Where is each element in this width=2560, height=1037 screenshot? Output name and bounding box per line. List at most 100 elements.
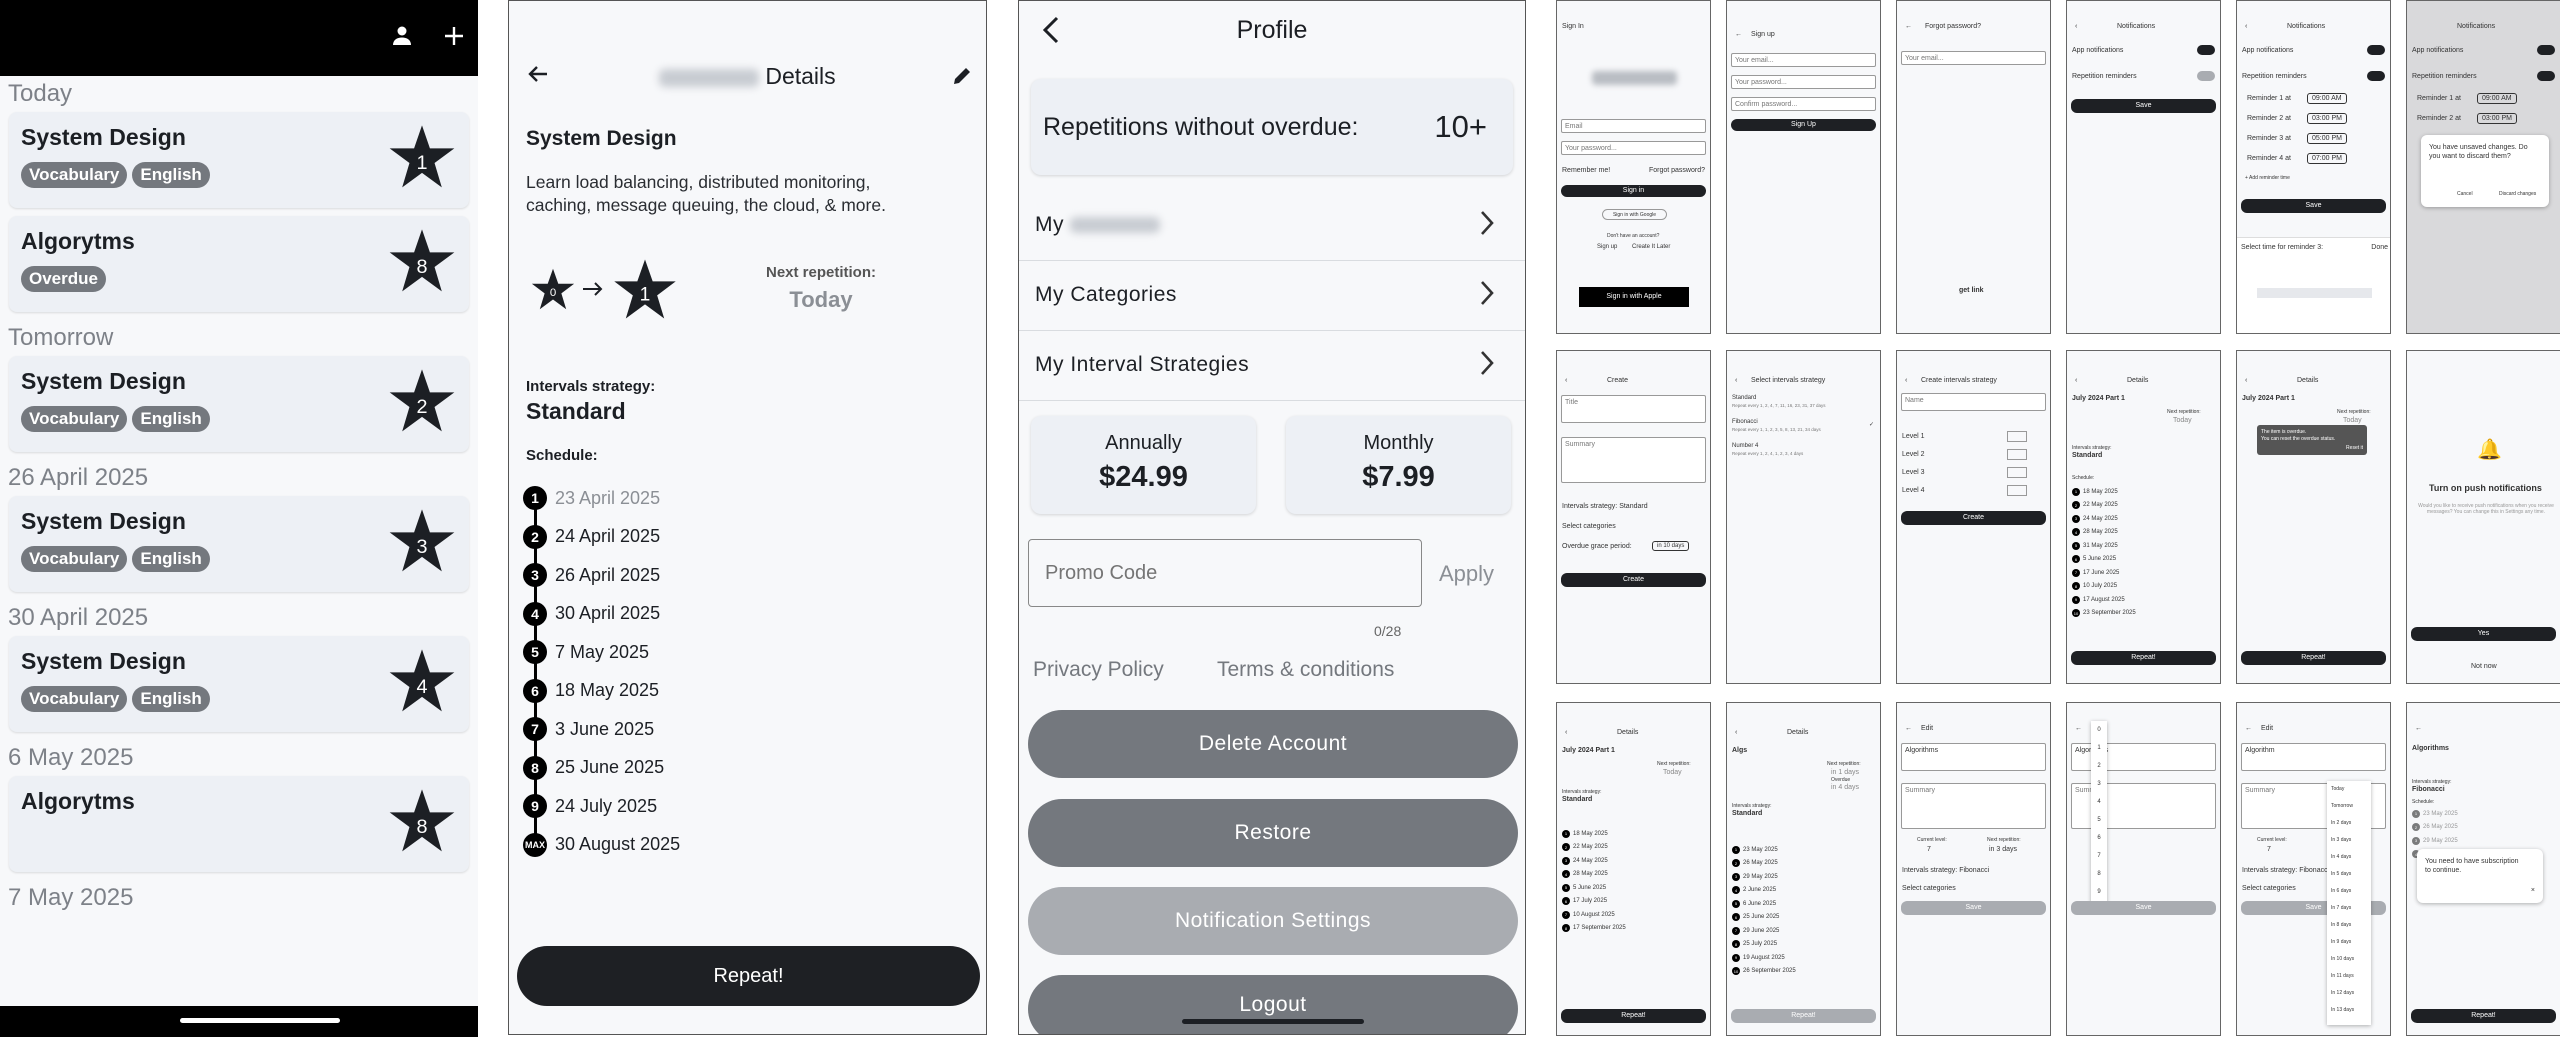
strategy-row[interactable]: Intervals strategy: Standard — [1562, 503, 1648, 510]
back-arrow-icon[interactable]: ← — [1905, 23, 1912, 30]
repeat-button[interactable]: Repeat! — [2411, 1009, 2556, 1023]
picker-option[interactable]: 8 — [2091, 865, 2107, 883]
save-button[interactable]: Save — [2071, 901, 2216, 915]
dropdown-option[interactable]: In 7 days — [2327, 900, 2371, 917]
monthly-plan-card[interactable]: Monthly $7.99 — [1286, 416, 1511, 514]
promo-code-input[interactable] — [1028, 539, 1422, 607]
done-button[interactable]: Done — [2371, 244, 2388, 251]
strategy-row[interactable]: Intervals strategy: Fibonacci — [2242, 867, 2329, 874]
reminder-time[interactable]: 07:00 PM — [2307, 153, 2347, 164]
signup-button[interactable]: Sign Up — [1731, 119, 1876, 131]
dropdown-option[interactable]: Today — [2327, 781, 2371, 798]
save-button[interactable]: Save — [2241, 199, 2386, 213]
dropdown-option[interactable]: Tomorrow — [2327, 798, 2371, 815]
edit-pencil-icon[interactable] — [951, 65, 973, 92]
dropdown-option[interactable]: In 10 days — [2327, 951, 2371, 968]
home-indicator[interactable] — [1182, 1019, 1364, 1024]
save-button[interactable]: Save — [2071, 99, 2216, 113]
dropdown-option[interactable]: In 8 days — [2327, 917, 2371, 934]
yes-button[interactable]: Yes — [2411, 627, 2556, 641]
reps-toggle[interactable] — [2537, 71, 2555, 81]
signin-button[interactable]: Sign in — [1561, 185, 1706, 197]
repetition-card[interactable]: Algorytms 8 — [9, 776, 469, 872]
level-input[interactable] — [2007, 449, 2027, 460]
email-field[interactable]: Your email... — [1901, 51, 2046, 65]
back-arrow-icon[interactable]: ‹ — [1565, 377, 1567, 384]
repetition-card[interactable]: System Design Vocabulary English 3 — [9, 496, 469, 592]
logout-button[interactable]: Logout — [1028, 975, 1518, 1034]
reminder-time[interactable]: 03:00 PM — [2477, 113, 2517, 124]
delete-account-button[interactable]: Delete Account — [1028, 710, 1518, 778]
back-arrow-icon[interactable]: ‹ — [2245, 377, 2247, 384]
restore-button[interactable]: Restore — [1028, 799, 1518, 867]
reminder-time[interactable]: 09:00 AM — [2477, 93, 2517, 104]
back-arrow-icon[interactable]: ← — [1735, 31, 1742, 38]
app-notif-toggle[interactable] — [2197, 45, 2215, 55]
password-field[interactable]: Your password... — [1731, 75, 1876, 89]
not-now-button[interactable]: Not now — [2471, 663, 2497, 670]
picker-option[interactable]: 2 — [2091, 757, 2107, 775]
next-value[interactable]: in 3 days — [1989, 846, 2017, 853]
back-arrow-icon[interactable]: ← — [2415, 725, 2422, 732]
level-input[interactable] — [2007, 467, 2027, 478]
menu-item-my[interactable]: My — [1019, 191, 1525, 261]
dropdown-option[interactable]: In 5 days — [2327, 866, 2371, 883]
get-link-button[interactable]: get link — [1959, 287, 1984, 294]
repeat-button[interactable]: Repeat! — [1731, 1009, 1876, 1023]
cancel-button[interactable]: Cancel — [2457, 191, 2473, 197]
picker-option[interactable]: 4 — [2091, 793, 2107, 811]
strategy-row[interactable]: Intervals strategy: Fibonacci — [1902, 867, 1989, 874]
remember-checkbox[interactable]: Remember me! — [1562, 167, 1610, 174]
profile-icon[interactable] — [386, 22, 418, 54]
back-arrow-icon[interactable]: ‹ — [2075, 377, 2077, 384]
dropdown-option[interactable]: In 11 days — [2327, 968, 2371, 985]
reminder-time[interactable]: 05:00 PM — [2307, 133, 2347, 144]
grace-value[interactable]: in 10 days — [1652, 541, 1690, 551]
reminder-time[interactable]: 03:00 PM — [2307, 113, 2347, 124]
dropdown-option[interactable]: In 3 days — [2327, 832, 2371, 849]
email-field[interactable]: Your email... — [1731, 53, 1876, 67]
dropdown-option[interactable]: In 9 days — [2327, 934, 2371, 951]
home-indicator[interactable] — [180, 1018, 340, 1023]
summary-field[interactable]: Summary — [1901, 783, 2046, 829]
terms-link[interactable]: Terms & conditions — [1217, 658, 1394, 682]
reps-toggle[interactable] — [2197, 71, 2215, 81]
title-field[interactable]: Algorithms — [1901, 743, 2046, 771]
back-arrow-icon[interactable]: ← — [2075, 725, 2082, 732]
repeat-button[interactable]: Repeat! — [2071, 651, 2216, 665]
back-arrow-icon[interactable]: ← — [2245, 725, 2252, 732]
picker-option[interactable]: 9 — [2091, 883, 2107, 901]
repeat-button[interactable]: Repeat! — [1561, 1009, 1706, 1023]
back-arrow-icon[interactable]: ← — [1905, 725, 1912, 732]
picker-option[interactable]: 3 — [2091, 775, 2107, 793]
menu-item-strategies[interactable]: My Interval Strategies — [1019, 331, 1525, 401]
reset-link[interactable]: Reset it — [2346, 445, 2363, 451]
picker-selection[interactable] — [2257, 288, 2372, 298]
repetition-card[interactable]: Algorytms Overdue 8 — [9, 216, 469, 312]
picker-option[interactable]: 6 — [2091, 829, 2107, 847]
picker-option[interactable]: 0 — [2091, 721, 2107, 739]
save-button[interactable]: Save — [1901, 901, 2046, 915]
strategy-option[interactable]: Fibonacci — [1732, 419, 1758, 425]
categories-row[interactable]: Select categories — [2242, 885, 2296, 892]
dropdown-option[interactable]: In 13 days — [2327, 1002, 2371, 1019]
reminder-time[interactable]: 09:00 AM — [2307, 93, 2347, 104]
app-notif-toggle[interactable] — [2537, 45, 2555, 55]
back-arrow-icon[interactable]: ‹ — [1735, 377, 1737, 384]
forgot-link[interactable]: Forgot password? — [1649, 167, 1705, 174]
back-arrow-icon[interactable]: ‹ — [1905, 377, 1907, 384]
level-input[interactable] — [2007, 431, 2027, 442]
summary-field[interactable]: Summary — [1561, 437, 1706, 483]
dropdown-option[interactable]: In 12 days — [2327, 985, 2371, 1002]
categories-row[interactable]: Select categories — [1562, 523, 1616, 530]
title-field[interactable]: Algorithm — [2241, 743, 2386, 771]
repetition-card[interactable]: System Design Vocabulary English 4 — [9, 636, 469, 732]
create-later-link[interactable]: Create It Later — [1632, 244, 1670, 250]
strategy-option[interactable]: Number 4 — [1732, 443, 1758, 449]
add-icon[interactable] — [438, 22, 470, 54]
categories-row[interactable]: Select categories — [1902, 885, 1956, 892]
apple-signin-button[interactable]: Sign in with Apple — [1579, 287, 1689, 307]
back-arrow-icon[interactable]: ‹ — [1565, 729, 1567, 736]
next-repetition-dropdown[interactable]: Today Tomorrow In 2 days In 3 days In 4 days… — [2327, 781, 2371, 1025]
apply-button[interactable]: Apply — [1439, 561, 1494, 587]
